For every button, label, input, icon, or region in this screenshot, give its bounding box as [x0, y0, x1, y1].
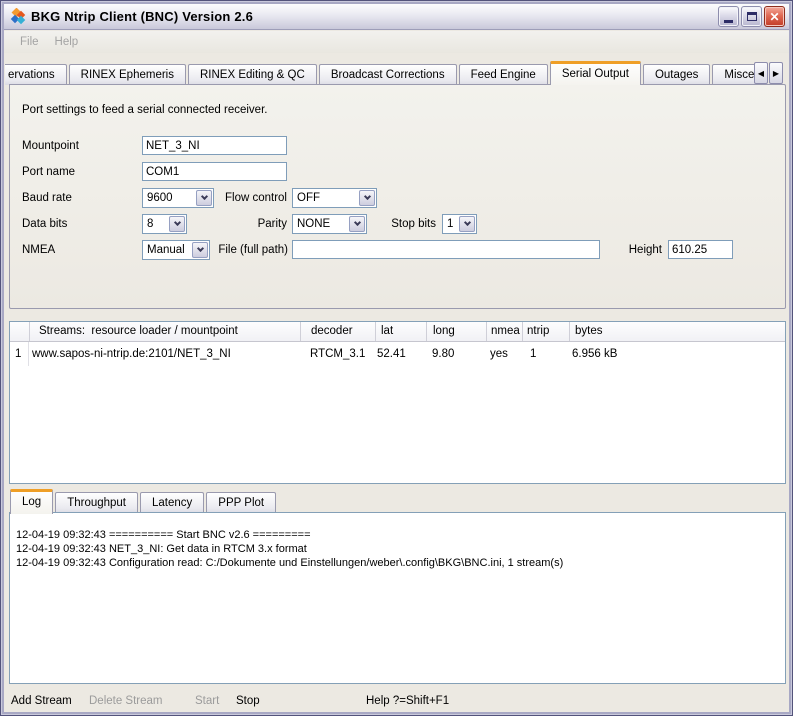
- mountpoint-input[interactable]: [142, 136, 287, 155]
- tab-broadcast-corrections[interactable]: Broadcast Corrections: [319, 64, 457, 85]
- table-row[interactable]: 1 www.sapos-ni-ntrip.de:2101/NET_3_NI RT…: [10, 342, 785, 366]
- stop-button[interactable]: Stop: [236, 695, 260, 707]
- header-bytes: bytes: [569, 322, 785, 341]
- tab-log[interactable]: Log: [10, 489, 53, 514]
- tab-throughput[interactable]: Throughput: [55, 492, 138, 513]
- parity-value: NONE: [293, 218, 348, 230]
- flow-control-combo[interactable]: OFF: [292, 188, 377, 208]
- stop-bits-combo[interactable]: 1: [442, 214, 477, 234]
- menu-bar: File Help: [4, 31, 789, 53]
- chevron-down-icon: [363, 193, 370, 200]
- data-bits-value: 8: [143, 218, 168, 230]
- header-lat: lat: [375, 322, 426, 341]
- mountpoint-label: Mountpoint: [22, 140, 79, 152]
- row-ntrip: 1: [522, 348, 569, 360]
- maximize-icon: [747, 12, 757, 21]
- log-tab-bar: Log Throughput Latency PPP Plot: [10, 489, 784, 513]
- tab-latency[interactable]: Latency: [140, 492, 204, 513]
- stop-bits-dropdown-button: [459, 216, 475, 232]
- nmea-label: NMEA: [22, 244, 55, 256]
- row-bytes: 6.956 kB: [569, 348, 785, 360]
- header-decoder: decoder: [300, 322, 375, 341]
- height-label: Height: [610, 244, 662, 256]
- add-stream-button[interactable]: Add Stream: [11, 695, 72, 707]
- close-icon: ✕: [769, 10, 779, 24]
- tab-rinex-observations[interactable]: ervations: [5, 64, 67, 85]
- row-mountpoint: www.sapos-ni-ntrip.de:2101/NET_3_NI: [29, 348, 300, 360]
- log-line: 12-04-19 09:32:43 ========== Start BNC v…: [16, 528, 785, 542]
- tab-serial-output[interactable]: Serial Output: [550, 61, 641, 85]
- arrow-right-icon: ▶: [773, 69, 779, 78]
- parity-label: Parity: [180, 218, 287, 230]
- file-path-label: File (full path): [180, 244, 288, 256]
- app-window: BKG Ntrip Client (BNC) Version 2.6 ✕ Fil…: [0, 0, 793, 716]
- header-mountpoint: Streams: resource loader / mountpoint: [29, 322, 300, 341]
- row-nmea: yes: [486, 348, 522, 360]
- row-lat: 52.41: [375, 348, 426, 360]
- row-long: 9.80: [426, 348, 486, 360]
- start-button[interactable]: Start: [195, 695, 219, 707]
- flow-control-label: Flow control: [180, 192, 287, 204]
- tab-scroll-left-button[interactable]: ◀: [754, 62, 768, 84]
- stop-bits-label: Stop bits: [384, 218, 436, 230]
- serial-output-panel: Port settings to feed a serial connected…: [9, 84, 786, 309]
- menu-file[interactable]: File: [12, 36, 47, 48]
- tab-feed-engine[interactable]: Feed Engine: [459, 64, 548, 85]
- row-decoder: RTCM_3.1: [300, 348, 375, 360]
- main-tab-bar: ervations RINEX Ephemeris RINEX Editing …: [5, 60, 762, 85]
- data-bits-label: Data bits: [22, 218, 67, 230]
- parity-dropdown-button: [349, 216, 365, 232]
- height-input[interactable]: [668, 240, 733, 259]
- flow-control-dropdown-button: [359, 190, 375, 206]
- streams-table-header: Streams: resource loader / mountpoint de…: [10, 322, 785, 342]
- tab-ppp-plot[interactable]: PPP Plot: [206, 492, 276, 513]
- tab-outages[interactable]: Outages: [643, 64, 710, 85]
- port-name-input[interactable]: [142, 162, 287, 181]
- help-button[interactable]: Help ?=Shift+F1: [366, 695, 449, 707]
- arrow-left-icon: ◀: [758, 69, 764, 78]
- header-ntrip: ntrip: [522, 322, 569, 341]
- chevron-down-icon: [463, 219, 470, 226]
- tab-rinex-ephemeris[interactable]: RINEX Ephemeris: [69, 64, 186, 85]
- title-bar[interactable]: BKG Ntrip Client (BNC) Version 2.6 ✕: [4, 4, 789, 30]
- header-row-number: [10, 322, 29, 341]
- log-line: 12-04-19 09:32:43 NET_3_NI: Get data in …: [16, 542, 785, 556]
- minimize-button[interactable]: [718, 6, 739, 27]
- close-button[interactable]: ✕: [764, 6, 785, 27]
- log-line: 12-04-19 09:32:43 Configuration read: C:…: [16, 556, 785, 570]
- header-long: long: [426, 322, 486, 341]
- delete-stream-button[interactable]: Delete Stream: [89, 695, 163, 707]
- app-icon: [10, 8, 27, 25]
- streams-table: Streams: resource loader / mountpoint de…: [9, 321, 786, 484]
- window-title: BKG Ntrip Client (BNC) Version 2.6: [31, 9, 716, 24]
- parity-combo[interactable]: NONE: [292, 214, 367, 234]
- flow-control-value: OFF: [293, 192, 358, 204]
- stop-bits-value: 1: [443, 218, 458, 230]
- tab-scroll-arrows: ◀ ▶: [753, 62, 783, 84]
- tab-rinex-editing-qc[interactable]: RINEX Editing & QC: [188, 64, 317, 85]
- row-number: 1: [10, 342, 29, 366]
- menu-help[interactable]: Help: [47, 36, 87, 48]
- panel-description: Port settings to feed a serial connected…: [22, 104, 267, 116]
- minimize-icon: [724, 20, 733, 23]
- file-path-input[interactable]: [292, 240, 600, 259]
- header-nmea: nmea: [486, 322, 522, 341]
- chevron-down-icon: [353, 219, 360, 226]
- port-name-label: Port name: [22, 166, 75, 178]
- tab-scroll-right-button[interactable]: ▶: [769, 62, 783, 84]
- maximize-button[interactable]: [741, 6, 762, 27]
- log-output: 12-04-19 09:32:43 ========== Start BNC v…: [9, 512, 786, 684]
- baud-rate-label: Baud rate: [22, 192, 72, 204]
